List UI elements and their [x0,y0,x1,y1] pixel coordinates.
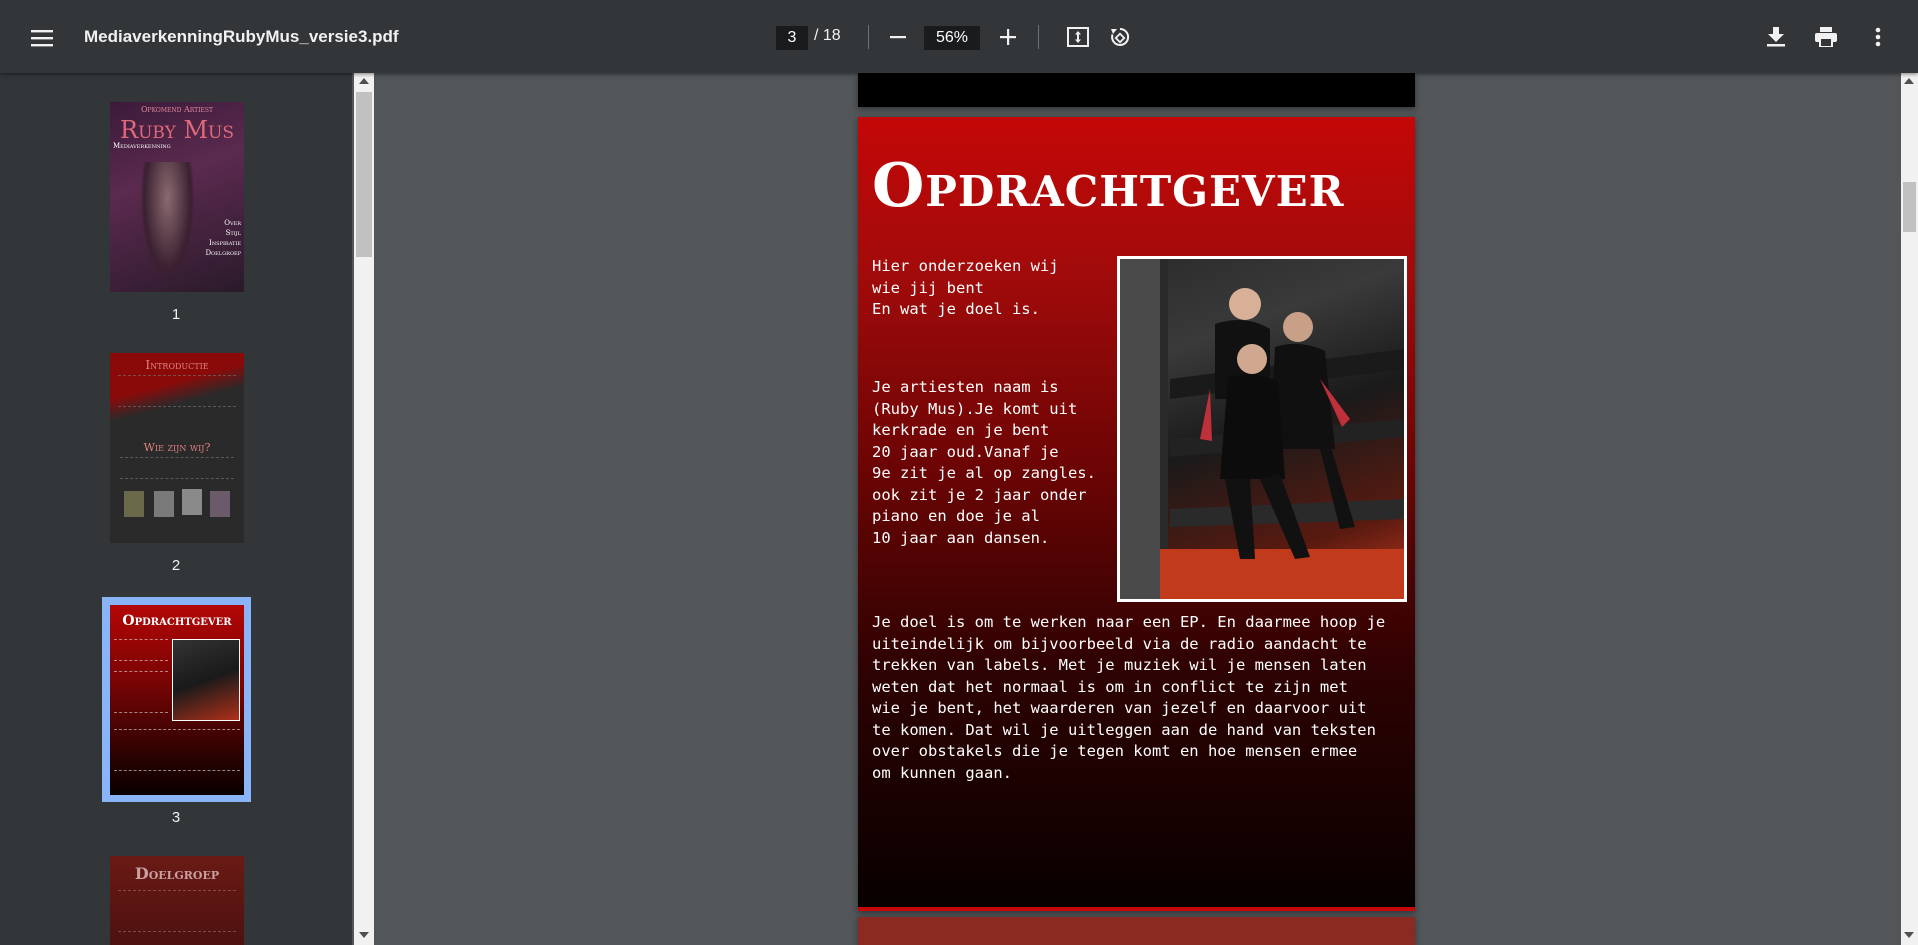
about-text: Je artiesten naam is (Ruby Mus).Je komt … [872,378,1096,547]
thumb-3-text [114,729,240,771]
thumb-3-photo [172,639,240,721]
thumbnail-page-2[interactable]: Introductie Wie zijn wij? [110,353,244,543]
download-icon [1767,27,1785,47]
document-scrollbar-thumb[interactable] [1903,182,1916,232]
menu-icon[interactable] [22,18,62,58]
thumb-3-text [114,671,168,713]
fit-page-button[interactable] [1060,18,1096,56]
document-title: MediaverkenningRubyMus_versie3.pdf [84,27,399,46]
thumbnail-number: 2 [171,557,181,574]
zoom-in-button[interactable] [992,18,1024,56]
download-button[interactable] [1758,18,1794,56]
thumb-1-subtitle: Opkomend Artiest [140,105,214,114]
thumb-3-text [114,639,168,661]
thumb-1-label: Mediaverkenning [113,142,171,150]
thumbnail-number: 1 [171,306,181,323]
sidebar-scrollbar-thumb[interactable] [356,92,372,257]
thumb-1-title: Ruby Mus [120,116,234,144]
thumb-1-photo [140,162,195,282]
plus-icon [1000,29,1016,45]
scroll-down-icon[interactable] [358,931,370,939]
thumb-2-subtitle: Wie zijn wij? [143,441,211,454]
fit-page-icon [1067,27,1089,47]
thumbnail-number: 3 [171,809,181,826]
toolbar-divider [1038,25,1039,49]
pdf-toolbar: MediaverkenningRubyMus_versie3.pdf 3 / 1… [0,0,1918,73]
pdf-page-2-bottom [858,73,1415,107]
page-number-input[interactable]: 3 [776,26,808,50]
scroll-up-icon[interactable] [1903,77,1915,85]
scroll-down-icon[interactable] [1903,931,1915,939]
more-vert-icon[interactable] [1860,18,1896,56]
thumb-1-menu: Over Stijl Inspiratie Doelgroep [205,219,241,257]
thumb-2-text [120,457,234,479]
zoom-input[interactable]: 56% [924,26,980,50]
rotate-icon [1111,27,1130,46]
page-heading: Opdrachtgever [872,151,1345,221]
print-icon [1815,27,1837,47]
thumbnail-page-1[interactable]: Opkomend Artiest Ruby Mus Mediaverkennin… [110,102,244,292]
thumb-2-avatar [154,491,174,517]
thumb-2-avatar [124,491,144,517]
thumbnail-page-4[interactable]: Doelgroep [110,856,244,945]
intro-text: Hier onderzoeken wij wie jij bent En wat… [872,257,1059,318]
artist-photo [1117,256,1407,602]
thumbnail-sidebar: Opkomend Artiest Ruby Mus Mediaverkennin… [0,73,352,945]
thumb-2-text [118,375,236,407]
rotate-button[interactable] [1102,18,1138,56]
thumb-4-text [118,890,236,932]
thumb-2-title: Introductie [145,358,209,372]
minus-icon [890,36,906,39]
scroll-up-icon[interactable] [358,77,370,85]
toolbar-divider [868,25,869,49]
thumbnail-page-3[interactable]: Opdrachtgever [110,605,244,795]
pdf-page-4-top [858,917,1415,945]
goal-text: Je doel is om te werken naar een EP. En … [872,613,1386,782]
thumb-2-avatar [182,489,202,515]
zoom-out-button[interactable] [882,18,914,56]
print-button[interactable] [1808,18,1844,56]
page-total: / 18 [814,27,841,44]
pdf-page-3: Opdrachtgever Hier onderzoeken wij wie j… [858,117,1415,911]
thumb-4-title: Doelgroep [134,864,220,883]
thumb-3-title: Opdrachtgever [122,613,232,629]
thumb-2-avatar [210,491,230,517]
